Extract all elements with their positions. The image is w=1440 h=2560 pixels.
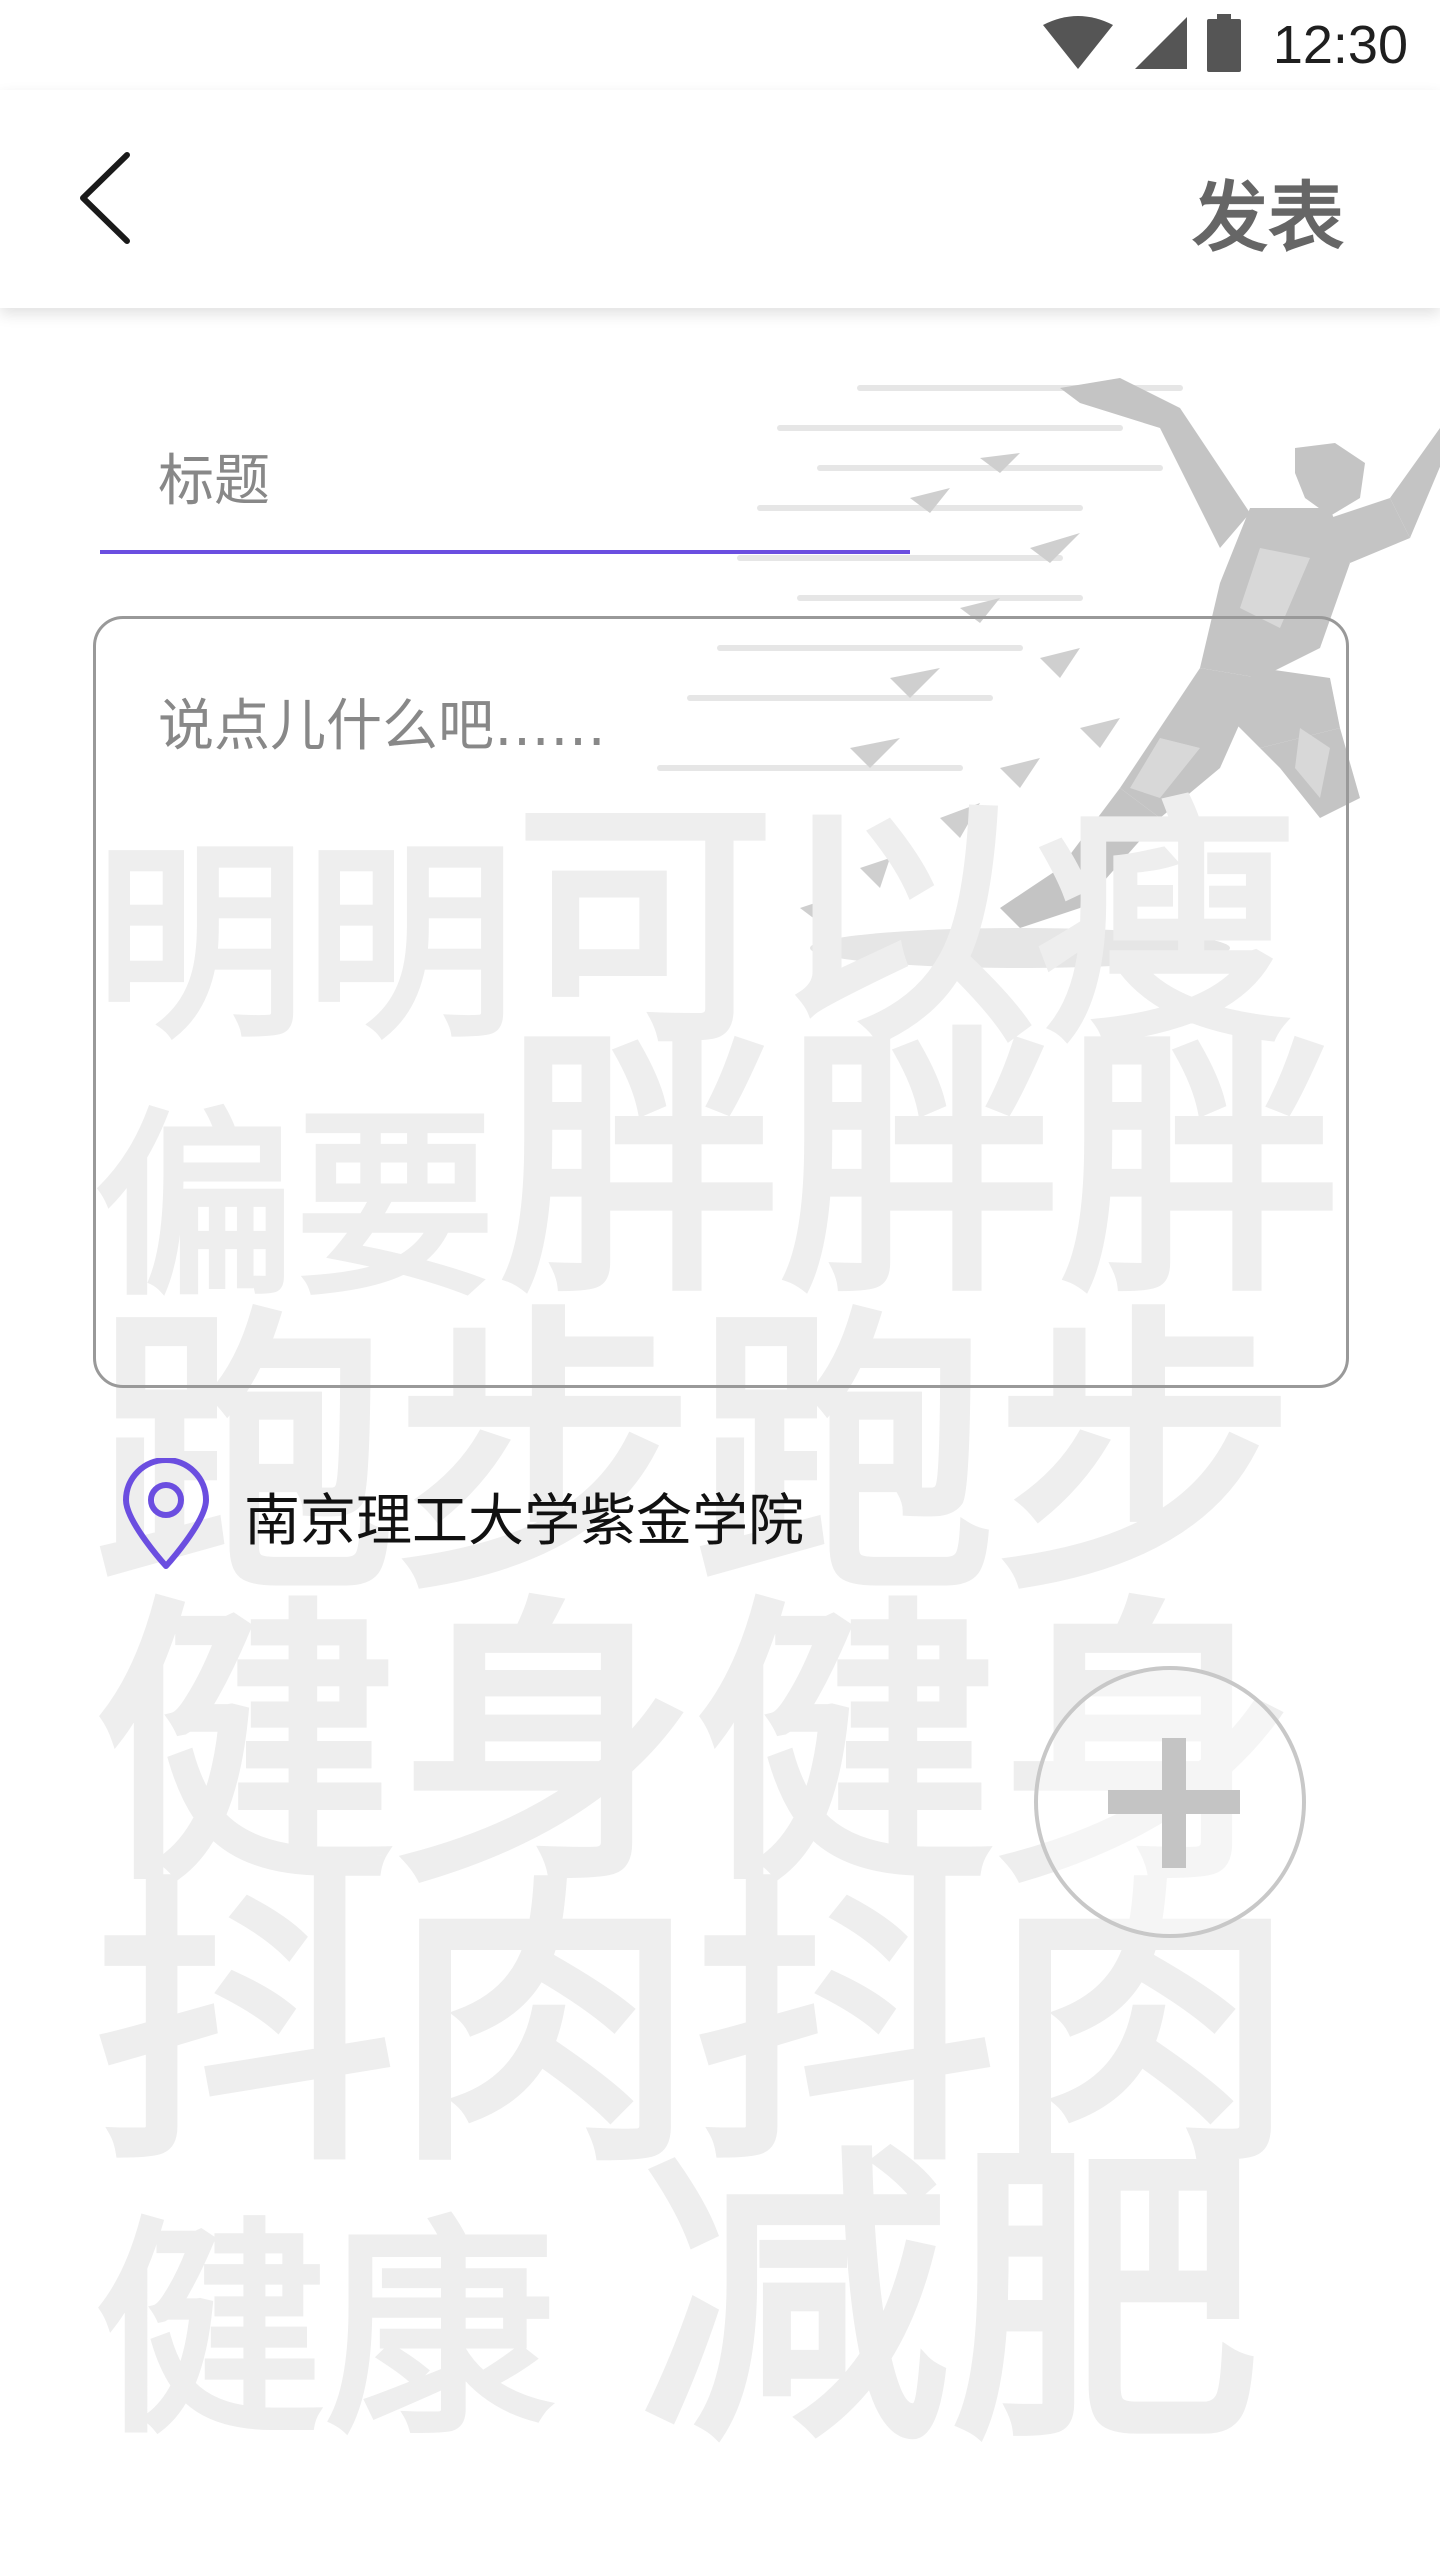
cell-signal-icon <box>1133 15 1189 75</box>
bg-word-row-6a: 健康 <box>95 2199 556 2466</box>
title-field <box>100 420 910 554</box>
chevron-left-icon <box>75 151 135 249</box>
back-button[interactable] <box>60 150 150 250</box>
location-text: 南京理工大学紫金学院 <box>244 1488 804 1554</box>
publish-button[interactable]: 发表 <box>1192 156 1344 266</box>
location-pin-icon <box>118 1457 214 1574</box>
status-bar: 12:30 <box>0 0 1440 90</box>
title-input[interactable] <box>156 440 860 522</box>
post-editor-screen: 12:30 发表 明明可以瘦 偏要 胖胖胖 跑步跑步 健身健身 抖肉抖肉 健康 … <box>0 0 1440 2560</box>
location-row[interactable]: 南京理工大学紫金学院 <box>118 1456 804 1576</box>
content-input[interactable] <box>156 679 1290 1333</box>
wifi-icon <box>1041 15 1115 75</box>
status-time: 12:30 <box>1272 15 1408 75</box>
content-box <box>93 616 1349 1388</box>
bg-word-row-6b: 减肥 <box>640 2122 1260 2483</box>
battery-icon <box>1206 14 1241 76</box>
app-bar: 发表 <box>0 90 1440 308</box>
add-image-button[interactable] <box>1034 1666 1306 1938</box>
status-icons: 12:30 <box>1041 10 1408 80</box>
